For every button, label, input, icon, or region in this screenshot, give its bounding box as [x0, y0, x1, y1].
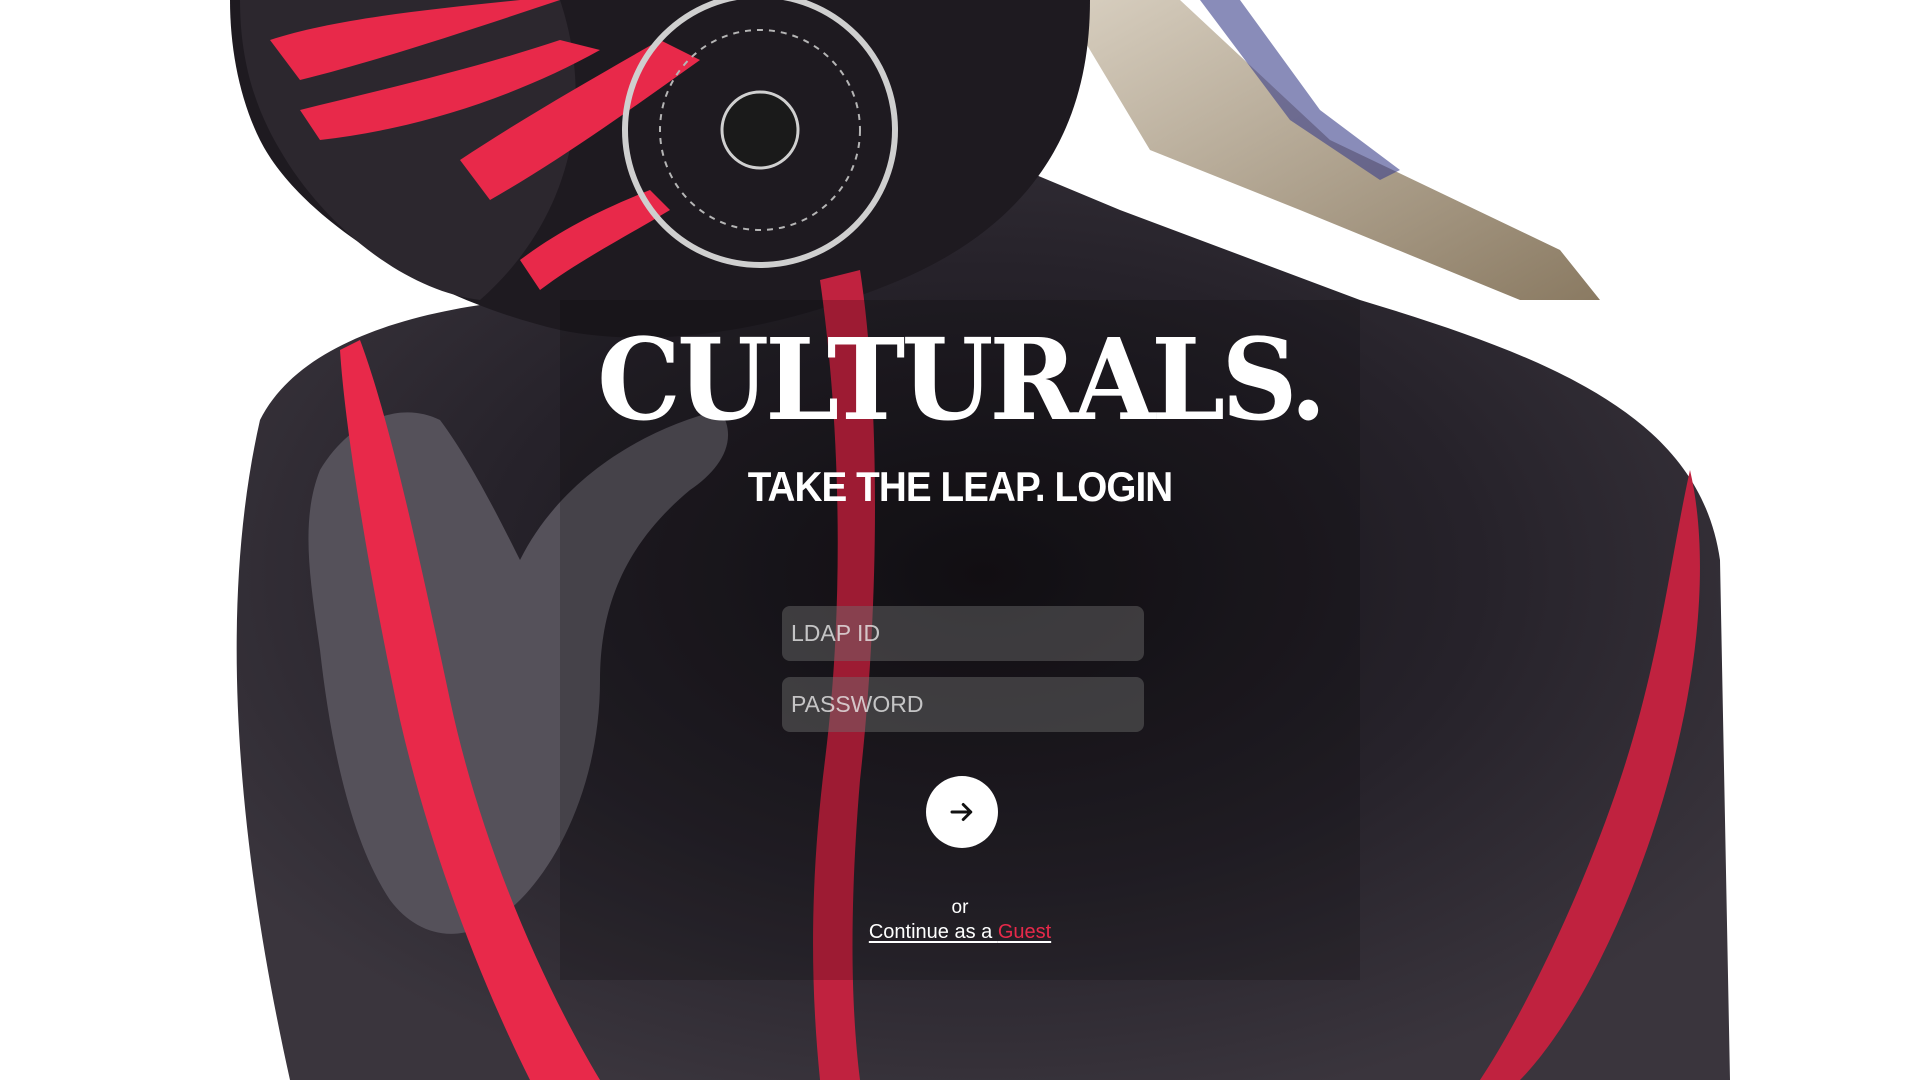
- or-separator: or: [951, 897, 969, 918]
- password-input[interactable]: [782, 677, 1144, 732]
- continue-as-guest-link[interactable]: Continue as a Guest: [869, 921, 1051, 943]
- login-submit-button[interactable]: [926, 776, 998, 848]
- guest-link-prefix: Continue as a: [868, 921, 998, 943]
- brand-logo: CULTURALS.: [597, 315, 1326, 446]
- guest-link-accent: Guest: [997, 921, 1052, 943]
- login-tagline: TAKE THE LEAP. LOGIN: [747, 463, 1173, 510]
- arrow-right-icon: [950, 803, 973, 821]
- login-panel: CULTURALS. TAKE THE LEAP. LOGIN or Conti…: [0, 0, 1920, 1080]
- login-page: CULTURALS. TAKE THE LEAP. LOGIN or Conti…: [0, 0, 1920, 1080]
- ldap-id-input[interactable]: [782, 606, 1144, 661]
- guest-login-container: Continue as a Guest: [0, 921, 1920, 944]
